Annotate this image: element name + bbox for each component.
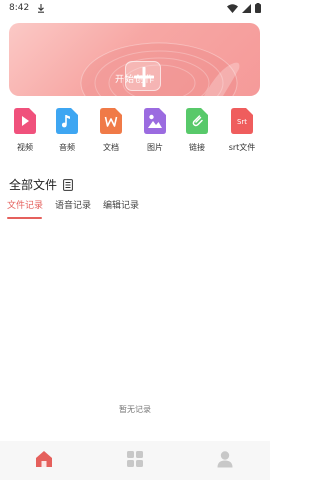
tools-row: 视频 音频 文档 图片 链接 Srt srt文件 [0,108,270,162]
tool-link[interactable]: 链接 [177,108,217,162]
nav-profile[interactable] [215,449,235,469]
document-list-icon[interactable] [63,178,73,191]
create-banner[interactable] [9,23,260,96]
bottom-nav [0,441,270,480]
create-label: 开始创作 [114,75,155,85]
word-doc-icon [100,108,122,134]
tool-label: 音频 [59,143,75,152]
status-bar: 8:42 [0,0,270,16]
audio-icon [56,108,78,134]
home-icon [36,451,52,467]
tab-edit-records[interactable]: 编辑记录 [103,198,139,211]
tool-label: 视频 [17,143,33,152]
download-icon [38,3,45,13]
tool-video[interactable]: 视频 [5,108,45,162]
srt-file-icon: Srt [231,108,253,134]
tool-label: 图片 [147,143,163,152]
signal-icon [242,3,251,13]
tab-file-records[interactable]: 文件记录 [7,198,43,211]
link-icon [186,108,208,134]
tool-label: srt文件 [228,143,256,152]
tool-label: 链接 [189,143,205,152]
tool-srt[interactable]: Srt srt文件 [222,108,262,162]
record-tabs: 文件记录 语音记录 编辑记录 [7,198,263,220]
tab-voice-records[interactable]: 语音记录 [55,198,91,211]
profile-icon [217,451,233,468]
wifi-icon [227,3,238,13]
status-time: 8:42 [9,3,30,13]
tool-label: 文档 [103,143,119,152]
video-icon [14,108,36,134]
tool-audio[interactable]: 音频 [47,108,87,162]
section-header: 全部文件 [9,176,73,193]
active-tab-indicator [7,217,42,219]
nav-grid[interactable] [125,449,145,469]
section-title: 全部文件 [9,178,58,192]
image-icon [144,108,166,134]
tool-image[interactable]: 图片 [135,108,175,162]
battery-icon [255,3,261,13]
tool-document[interactable]: 文档 [91,108,131,162]
grid-icon [127,451,143,467]
nav-home[interactable] [34,449,54,469]
empty-state-text: 暂无记录 [119,405,151,414]
srt-badge-text: Srt [237,118,247,126]
